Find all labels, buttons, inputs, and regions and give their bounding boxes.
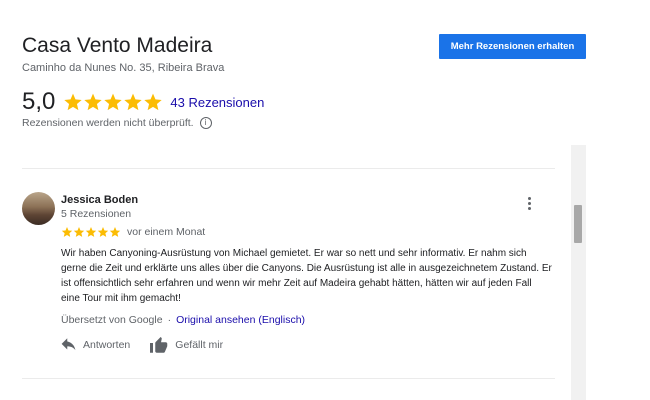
business-address: Caminho da Nunes No. 35, Ribeira Brava bbox=[22, 62, 225, 74]
disclaimer-text: Rezensionen werden nicht überprüft. bbox=[22, 117, 194, 129]
divider bbox=[22, 168, 555, 169]
get-more-reviews-button[interactable]: Mehr Rezensionen erhalten bbox=[439, 34, 586, 59]
review-actions: Antworten Gefällt mir bbox=[61, 336, 243, 353]
avatar[interactable] bbox=[22, 192, 55, 225]
translation-note: Übersetzt von Google · Original ansehen (E… bbox=[61, 314, 305, 326]
rating-value: 5,0 bbox=[22, 88, 56, 115]
star-icon bbox=[104, 93, 123, 111]
review-text: Wir haben Canyoning-Ausrüstung von Micha… bbox=[61, 248, 552, 304]
like-label: Gefällt mir bbox=[175, 338, 224, 351]
reply-button[interactable]: Antworten bbox=[61, 338, 130, 351]
reviewer-name[interactable]: Jessica Boden bbox=[61, 194, 138, 206]
review-count-link[interactable]: 43 Rezensionen bbox=[170, 95, 264, 110]
star-icon bbox=[85, 227, 97, 237]
business-name: Casa Vento Madeira bbox=[22, 34, 213, 57]
review-stars bbox=[61, 226, 121, 238]
star-icon bbox=[97, 227, 109, 237]
separator: · bbox=[167, 314, 172, 326]
translated-by: Übersetzt von Google bbox=[61, 314, 163, 326]
review-rating: vor einem Monat bbox=[61, 226, 205, 238]
star-icon bbox=[144, 93, 163, 111]
scrollbar[interactable] bbox=[571, 145, 586, 400]
more-options-icon[interactable] bbox=[522, 194, 536, 212]
info-icon[interactable]: i bbox=[199, 117, 212, 129]
star-icon bbox=[84, 93, 103, 111]
rating-summary: 5,0 43 Rezensionen bbox=[22, 88, 264, 116]
reply-label: Antworten bbox=[83, 338, 131, 351]
scrollbar-thumb[interactable] bbox=[574, 205, 582, 243]
star-icon bbox=[124, 93, 143, 111]
star-icon bbox=[73, 227, 85, 237]
review-date: vor einem Monat bbox=[127, 226, 206, 238]
reviews-disclaimer: Rezensionen werden nicht überprüft. i bbox=[22, 117, 212, 129]
view-original-link[interactable]: Original ansehen (Englisch) bbox=[176, 314, 305, 326]
star-icon bbox=[61, 227, 73, 237]
divider bbox=[22, 378, 555, 379]
star-icon bbox=[109, 227, 121, 237]
like-button[interactable]: Gefällt mir bbox=[150, 336, 223, 353]
reply-icon bbox=[61, 338, 76, 351]
rating-stars bbox=[63, 92, 163, 112]
thumbs-up-icon bbox=[150, 337, 168, 353]
reviewer-review-count: 5 Rezensionen bbox=[61, 208, 132, 220]
star-icon bbox=[64, 93, 83, 111]
